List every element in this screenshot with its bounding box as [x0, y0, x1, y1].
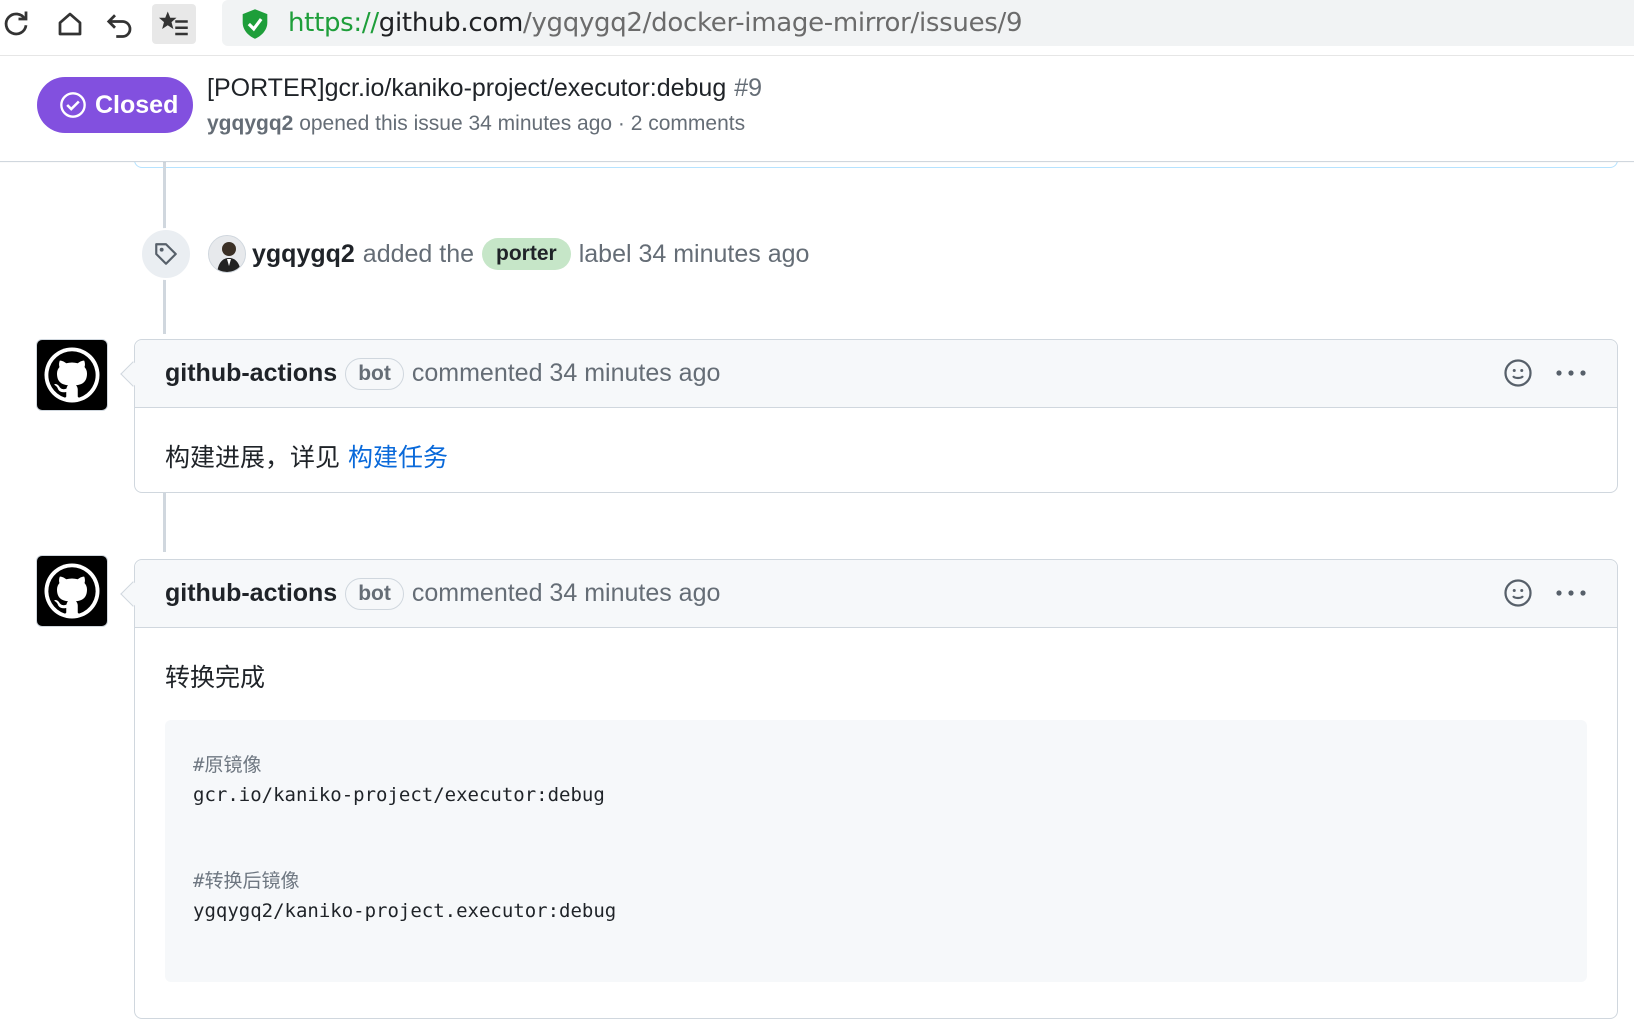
- github-actions-avatar[interactable]: [36, 339, 108, 411]
- github-actions-avatar[interactable]: [36, 555, 108, 627]
- person-avatar-icon: [209, 236, 245, 272]
- check-circle-icon: [60, 92, 86, 118]
- comment-header: github-actions bot commented 34 minutes …: [120, 340, 1617, 408]
- issue-title-text: [PORTER]gcr.io/kaniko-project/executor:d…: [207, 74, 727, 102]
- issue-meta-text: opened this issue 34 minutes ago · 2 com…: [299, 112, 746, 135]
- comment-card: github-actions bot commented 34 minutes …: [120, 559, 1618, 1019]
- code-comment-original: #原镜像: [193, 754, 262, 776]
- url-path: /ygqygq2/docker-image-mirror/issues/9: [522, 8, 1023, 38]
- code-comment-converted: #转换后镜像: [193, 870, 300, 892]
- tag-icon-badge: [140, 228, 192, 280]
- url-scheme: https://: [288, 8, 379, 38]
- comment-pointer: [120, 581, 146, 607]
- issue-number: #9: [734, 74, 763, 102]
- comment-tools: [1503, 578, 1587, 608]
- user-avatar[interactable]: [208, 235, 246, 273]
- bot-badge: bot: [345, 577, 404, 610]
- event-user-link[interactable]: ygqygq2: [252, 240, 355, 269]
- reload-button[interactable]: [0, 4, 38, 44]
- comment-pointer: [120, 361, 146, 387]
- github-logo-icon: [44, 347, 100, 403]
- kebab-menu-icon[interactable]: [1555, 368, 1587, 378]
- smiley-reaction-icon[interactable]: [1503, 358, 1533, 388]
- issue-state-badge: Closed: [37, 77, 193, 133]
- tag-icon: [155, 243, 177, 265]
- home-icon: [58, 12, 82, 36]
- code-block: #原镜像 gcr.io/kaniko-project/executor:debu…: [165, 720, 1587, 982]
- undo-icon: [106, 14, 132, 38]
- url-text: https://github.com/ygqygq2/docker-image-…: [288, 8, 1023, 38]
- browser-toolbar: https://github.com/ygqygq2/docker-image-…: [0, 0, 1634, 56]
- code-line-converted-image: ygqygq2/kaniko-project.executor:debug: [193, 900, 617, 922]
- back-button[interactable]: [98, 4, 142, 44]
- kebab-menu-icon[interactable]: [1555, 588, 1587, 598]
- comment-body: 构建进展，详见 构建任务: [135, 408, 1617, 504]
- comment-body: 转换完成 #原镜像 gcr.io/kaniko-project/executor…: [135, 628, 1617, 1012]
- smiley-reaction-icon[interactable]: [1503, 578, 1533, 608]
- comment-author-link[interactable]: github-actions: [165, 579, 337, 608]
- code-line-original-image: gcr.io/kaniko-project/executor:debug: [193, 784, 605, 806]
- issue-title[interactable]: [PORTER]gcr.io/kaniko-project/executor:d…: [207, 74, 762, 103]
- address-bar[interactable]: https://github.com/ygqygq2/docker-image-…: [222, 0, 1634, 46]
- issue-meta: ygqygq2 opened this issue 34 minutes ago…: [207, 112, 745, 136]
- issue-sticky-header: Closed [PORTER]gcr.io/kaniko-project/exe…: [0, 56, 1634, 162]
- label-event: ygqygq2 added the porter label 34 minute…: [140, 228, 809, 280]
- secure-shield-icon: [242, 9, 268, 39]
- reload-icon: [4, 11, 28, 36]
- comment-body-text: 转换完成: [165, 663, 266, 692]
- event-tail: label 34 minutes ago: [578, 239, 810, 268]
- build-task-link[interactable]: 构建任务: [348, 443, 448, 472]
- comment-timestamp[interactable]: commented 34 minutes ago: [412, 579, 721, 608]
- comment-card: github-actions bot commented 34 minutes …: [120, 339, 1618, 493]
- favorites-button[interactable]: [152, 4, 196, 44]
- bot-badge: bot: [345, 357, 404, 390]
- comment-author-link[interactable]: github-actions: [165, 359, 337, 388]
- label-porter[interactable]: porter: [482, 238, 571, 270]
- star-list-icon: [159, 11, 188, 36]
- comment-header: github-actions bot commented 34 minutes …: [120, 560, 1617, 628]
- comment-body-text: 构建进展，详见: [165, 443, 348, 472]
- event-action: added the: [362, 239, 475, 268]
- github-logo-icon: [44, 563, 100, 619]
- home-button[interactable]: [48, 4, 92, 44]
- url-host: github.com: [378, 8, 523, 38]
- issue-author-link[interactable]: ygqygq2: [207, 112, 293, 135]
- comment-tools: [1503, 358, 1587, 388]
- issue-state-label: Closed: [95, 90, 179, 119]
- comment-timestamp[interactable]: commented 34 minutes ago: [412, 359, 721, 388]
